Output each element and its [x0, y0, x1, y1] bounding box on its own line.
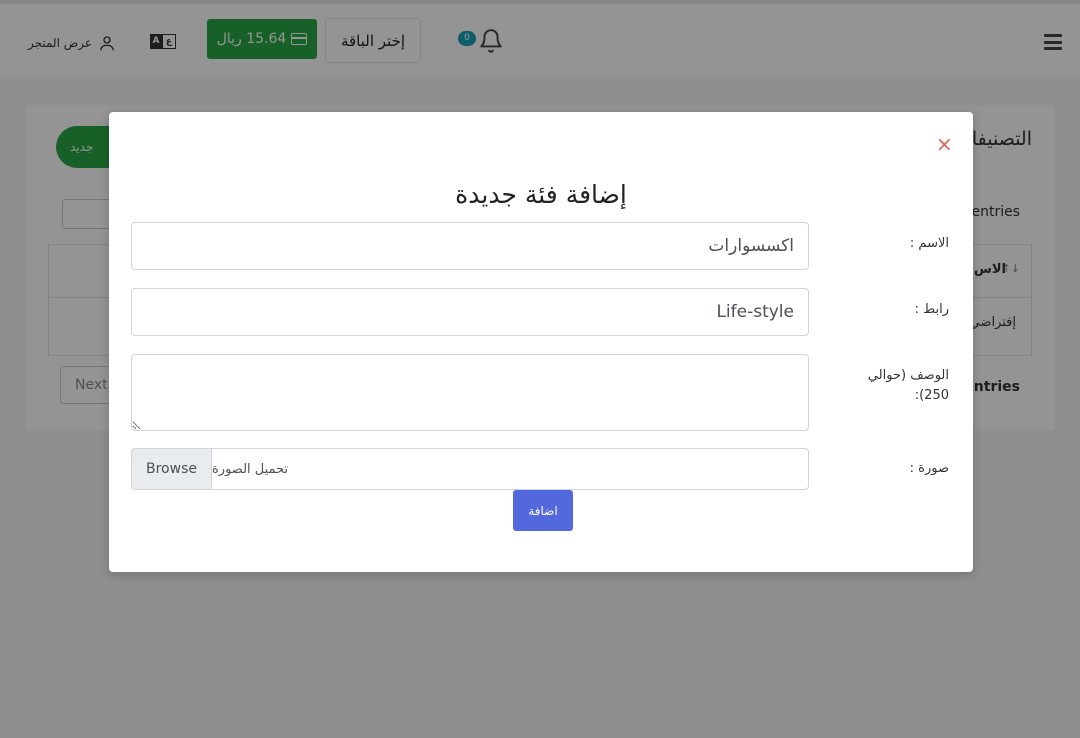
- description-label-line2: 250):: [914, 388, 949, 403]
- add-category-modal: × إضافة فئة جديدة الاسم : رابط : الوصف (…: [109, 112, 973, 572]
- modal-title: إضافة فئة جديدة: [455, 180, 627, 209]
- browse-button[interactable]: Browse: [132, 449, 212, 489]
- image-label: صورة :: [909, 461, 949, 476]
- slug-label: رابط :: [914, 302, 949, 317]
- image-file-input[interactable]: Browse تحميل الصورة: [131, 448, 809, 490]
- description-label: الوصف (حوالي 250):: [868, 366, 949, 406]
- description-label-line1: الوصف (حوالي: [867, 368, 949, 383]
- file-placeholder: تحميل الصورة: [212, 461, 289, 477]
- description-textarea[interactable]: [131, 354, 809, 431]
- submit-add-button[interactable]: اضافة: [513, 490, 573, 531]
- slug-input[interactable]: [131, 288, 809, 336]
- name-input[interactable]: [131, 222, 809, 270]
- name-label: الاسم :: [909, 236, 949, 251]
- close-icon[interactable]: ×: [936, 132, 953, 156]
